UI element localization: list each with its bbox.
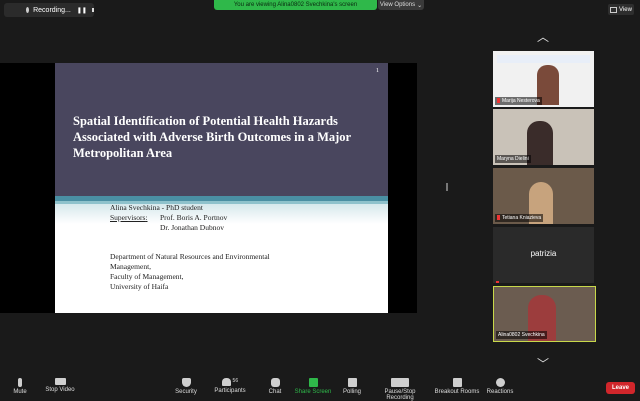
slide-faculty: Faculty of Management,: [110, 272, 184, 281]
breakout-rooms-icon: [452, 378, 462, 387]
stop-video-button[interactable]: Stop Video: [35, 378, 85, 393]
chevron-up-icon[interactable]: ︿: [537, 28, 549, 45]
chat-icon: [270, 378, 280, 387]
pause-stop-recording-button[interactable]: Pause/Stop Recording: [370, 378, 430, 401]
camera-icon: [54, 378, 66, 385]
pause-recording-icon[interactable]: ❚❚: [77, 7, 87, 14]
security-button[interactable]: Security: [161, 378, 211, 395]
share-screen-label: Share Screen: [294, 389, 332, 395]
participant-tile[interactable]: Marija Nesterova: [493, 51, 594, 107]
breakout-rooms-label: Breakout Rooms: [434, 389, 480, 395]
participants-label: Participants: [214, 388, 246, 394]
participant-name: Maryna Dielini: [497, 156, 529, 162]
participant-name-label: Marija Nesterova: [495, 97, 542, 105]
slide-author: Alina Svechkina - PhD student: [110, 203, 203, 212]
shield-icon: [181, 378, 191, 387]
recording-indicator[interactable]: Recording... ❚❚: [4, 3, 94, 17]
pause-stop-icon: [391, 378, 409, 387]
supervisors-label-text: Supervisors: [110, 213, 146, 222]
view-button[interactable]: View: [608, 4, 634, 15]
grid-icon: [610, 6, 618, 13]
slide-supervisors-label: Supervisors:: [110, 213, 148, 222]
reactions-button[interactable]: Reactions: [475, 378, 525, 395]
participants-icon: [221, 378, 231, 386]
participant-name-label: Tetiana Kniazieva: [495, 214, 544, 222]
security-label: Security: [175, 389, 197, 395]
recording-dot-icon: [26, 7, 30, 13]
stop-recording-icon[interactable]: [91, 8, 94, 12]
participant-name-label: Maryna Dielini: [495, 155, 531, 163]
participants-button[interactable]: 56 Participants: [205, 378, 255, 394]
pause-stop-recording-label: Pause/Stop Recording: [384, 389, 416, 401]
participant-name: Alina0802 Svechkina: [498, 332, 545, 338]
slide-department: Management,: [110, 262, 152, 271]
leave-button[interactable]: Leave: [606, 382, 635, 394]
participant-name-label: Alina0802 Svechkina: [496, 331, 547, 339]
bar-chart-icon: [347, 378, 357, 387]
smile-icon: [495, 378, 505, 387]
polling-label: Polling: [342, 389, 361, 395]
screen-share-banner: You are viewing Alina0802 Svechkina's sc…: [214, 0, 377, 10]
stop-video-label: Stop Video: [45, 387, 75, 393]
muted-mic-icon: [496, 275, 501, 283]
chevron-down-icon[interactable]: ﹀: [537, 355, 549, 372]
chevron-down-icon: ⌄: [417, 2, 423, 9]
muted-mic-icon: [497, 215, 500, 221]
muted-mic-icon: [497, 98, 500, 104]
slide-department: Department of Natural Resources and Envi…: [110, 252, 270, 261]
logo-banner: [497, 55, 590, 63]
view-options-button[interactable]: View Options ⌄: [378, 0, 424, 10]
slide-supervisor: Dr. Jonathan Dubnov: [160, 223, 224, 232]
participant-name-center: patrizia: [530, 249, 557, 258]
mute-label: Mute: [13, 389, 27, 395]
leave-label: Leave: [611, 385, 629, 391]
slide-number: 1: [376, 68, 379, 74]
view-button-label: View: [619, 6, 632, 13]
microphone-icon: [18, 378, 22, 387]
slide-university: University of Haifa: [110, 282, 169, 291]
participant-name: Marija Nesterova: [502, 98, 540, 104]
participant-tile[interactable]: Maryna Dielini: [493, 109, 594, 165]
chat-label: Chat: [268, 389, 282, 395]
participant-tile[interactable]: patrizia: [493, 227, 594, 283]
panel-resize-handle[interactable]: [446, 183, 448, 191]
participant-tile[interactable]: Tetiana Kniazieva: [493, 168, 594, 224]
screen-share-banner-text: You are viewing Alina0802 Svechkina's sc…: [233, 2, 358, 8]
participant-video: [527, 121, 553, 165]
participant-name: Tetiana Kniazieva: [502, 215, 542, 221]
participants-count: 56: [232, 378, 239, 384]
reactions-label: Reactions: [486, 389, 514, 395]
view-options-label: View Options: [379, 2, 416, 8]
share-screen-icon: [308, 378, 318, 387]
participant-tile-active-speaker[interactable]: Alina0802 Svechkina: [493, 286, 596, 342]
slide-supervisor: Prof. Boris A. Portnov: [160, 213, 228, 222]
slide-title: Spatial Identification of Potential Heal…: [73, 114, 351, 160]
recording-label: Recording...: [33, 6, 71, 14]
